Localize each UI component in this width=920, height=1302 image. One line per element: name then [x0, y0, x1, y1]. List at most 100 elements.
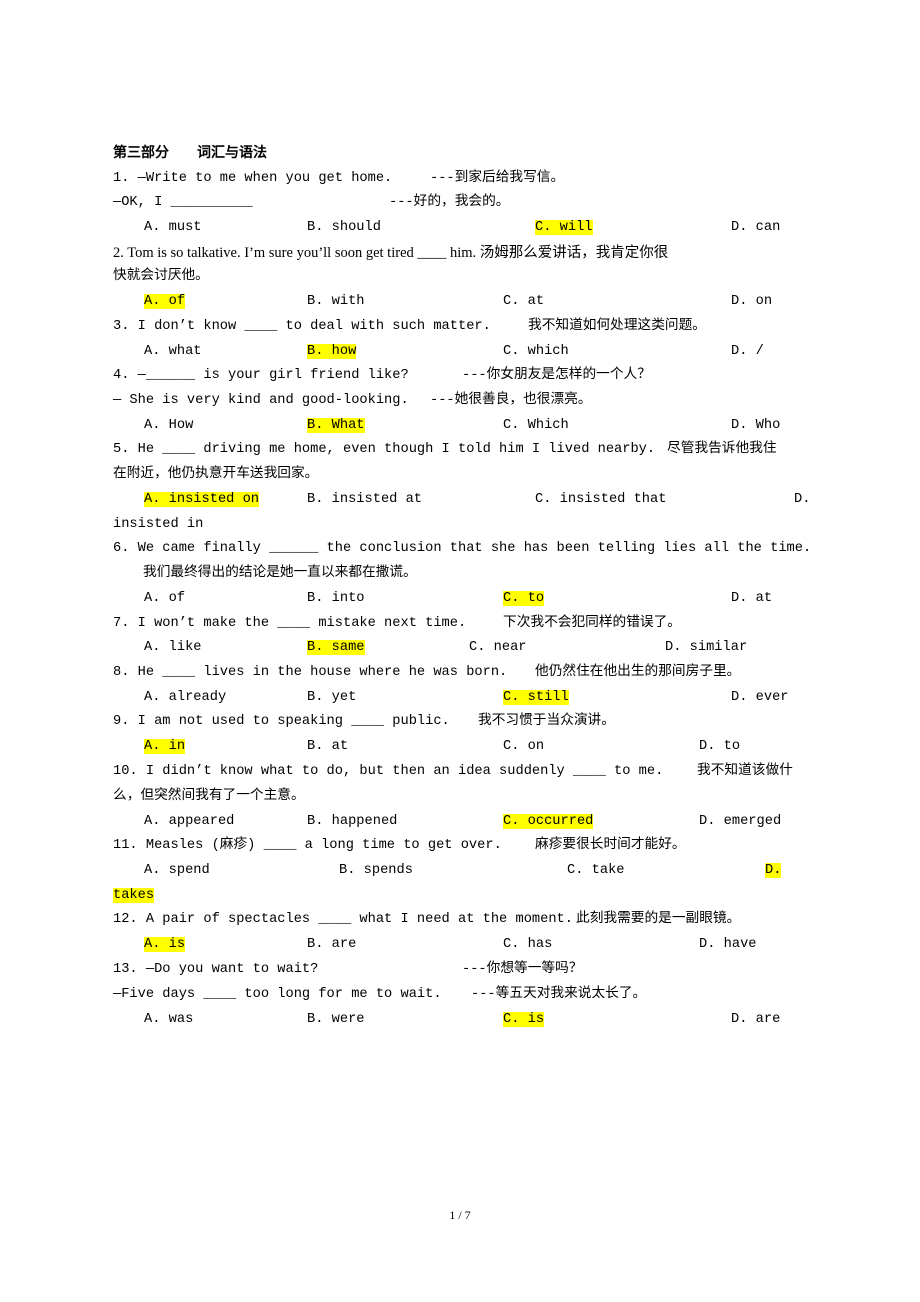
option-a: A. of	[144, 590, 185, 608]
option-b: B. were	[307, 1011, 365, 1029]
option-label: A.	[144, 739, 161, 754]
option-label: D.	[731, 220, 748, 235]
option-text: happened	[331, 814, 398, 829]
option-b: B. at	[307, 738, 348, 756]
option-text: to	[527, 591, 545, 606]
option-text: were	[331, 1012, 365, 1027]
option-b: B. should	[307, 219, 381, 237]
option-text: has	[527, 937, 553, 952]
option-d: D. emerged	[699, 813, 781, 831]
option-label: A.	[144, 814, 161, 829]
option-label: B.	[307, 640, 324, 655]
question-translation: 我不知道如何处理这类问题。	[528, 319, 706, 334]
option-text: how	[331, 344, 357, 359]
option-correct-b: B. same	[307, 639, 365, 657]
option-d: D. are	[731, 1011, 780, 1029]
question-text: 7. I won’t make the ____ mistake next ti…	[113, 616, 467, 631]
page-number: 1 / 7	[449, 1208, 471, 1222]
option-label: D.	[699, 937, 716, 952]
option-d: D. ever	[731, 689, 789, 707]
option-correct-c: C. is	[503, 1011, 545, 1029]
option-text: still	[527, 690, 569, 705]
option-label: C.	[535, 492, 552, 507]
option-text: similar	[689, 640, 748, 655]
option-d: D. to	[699, 738, 740, 756]
option-text: at	[331, 739, 349, 754]
option-text: is	[527, 1012, 545, 1027]
option-b: B. insisted at	[307, 491, 422, 509]
section-title: 第三部分 词汇与语法	[113, 145, 267, 161]
question-text: 3. I don’t know ____ to deal with such m…	[113, 319, 491, 334]
option-text: ever	[755, 690, 789, 705]
question-text: 5. He ____ driving me home, even though …	[113, 442, 656, 457]
option-label: B.	[339, 863, 356, 878]
option-text: emerged	[723, 814, 782, 829]
option-correct-d: D.	[765, 862, 782, 880]
question-translation: ---等五天对我来说太长了。	[471, 987, 647, 1002]
question-text: 10. I didn’t know what to do, but then a…	[113, 764, 664, 779]
question-translation: 尽管我告诉他我住	[667, 442, 777, 457]
option-label: A.	[144, 591, 161, 606]
option-label: A.	[144, 937, 161, 952]
option-text: insisted at	[331, 492, 423, 507]
option-text: of	[168, 591, 186, 606]
option-text: can	[755, 220, 781, 235]
option-d: D. can	[731, 219, 780, 237]
option-label: C.	[469, 640, 486, 655]
option-label: C.	[503, 937, 520, 952]
option-label: D.	[765, 863, 782, 878]
option-c: C. Which	[503, 417, 569, 435]
option-label: B.	[307, 591, 324, 606]
option-label: B.	[307, 690, 324, 705]
option-correct-c: C. occurred	[503, 813, 594, 831]
option-label: D.	[699, 814, 716, 829]
option-label: A.	[144, 863, 161, 878]
option-c: C. which	[503, 343, 569, 361]
option-text: are	[331, 937, 357, 952]
option-label: B.	[307, 814, 324, 829]
option-label: B.	[307, 220, 324, 235]
question-translation: 他仍然住在他出生的那间房子里。	[535, 665, 741, 680]
option-label: C.	[503, 418, 520, 433]
option-label: B.	[307, 937, 324, 952]
question-text: —Five days ____ too long for me to wait.	[113, 987, 442, 1002]
option-text: Who	[755, 418, 781, 433]
option-text: spends	[363, 863, 413, 878]
option-text: How	[168, 418, 194, 433]
option-text: insisted that	[559, 492, 667, 507]
option-d: D. have	[699, 936, 757, 954]
option-label: C.	[535, 220, 552, 235]
option-text: already	[168, 690, 227, 705]
option-label: C.	[503, 294, 520, 309]
question-translation: ---好的，我会的。	[389, 195, 510, 210]
option-text: what	[168, 344, 202, 359]
option-a: A. spend	[144, 862, 210, 880]
option-text: into	[331, 591, 365, 606]
option-text: on	[755, 294, 773, 309]
question-text: 么，但突然间我有了一个主意。	[113, 789, 305, 804]
option-text: appeared	[168, 814, 235, 829]
option-text: insisted on	[168, 492, 260, 507]
question-translation: ---你想等一等吗？	[462, 962, 583, 977]
question-text: 8. He ____ lives in the house where he w…	[113, 665, 508, 680]
option-c: C. has	[503, 936, 552, 954]
option-correct-c: C. will	[535, 219, 593, 237]
option-d: D. similar	[665, 639, 747, 657]
option-label: A.	[144, 220, 161, 235]
option-label: A.	[144, 1012, 161, 1027]
option-d: D.	[794, 491, 810, 509]
option-a: A. How	[144, 417, 193, 435]
option-a: A. what	[144, 343, 202, 361]
question-text: 12. A pair of spectacles ____ what I nee…	[113, 912, 573, 927]
option-label: B.	[307, 1012, 324, 1027]
question-text: 快就会讨厌他。	[113, 269, 209, 284]
option-text: insisted in	[113, 517, 204, 532]
option-correct-a: A. insisted on	[144, 491, 260, 509]
option-text: takes	[113, 888, 155, 903]
option-text: of	[168, 294, 186, 309]
option-b: B. yet	[307, 689, 356, 707]
option-correct-a: A. in	[144, 738, 186, 756]
question-text: — She is very kind and good-looking.	[113, 393, 409, 408]
option-d: D. on	[731, 293, 772, 311]
option-correct-b: B. how	[307, 343, 357, 361]
